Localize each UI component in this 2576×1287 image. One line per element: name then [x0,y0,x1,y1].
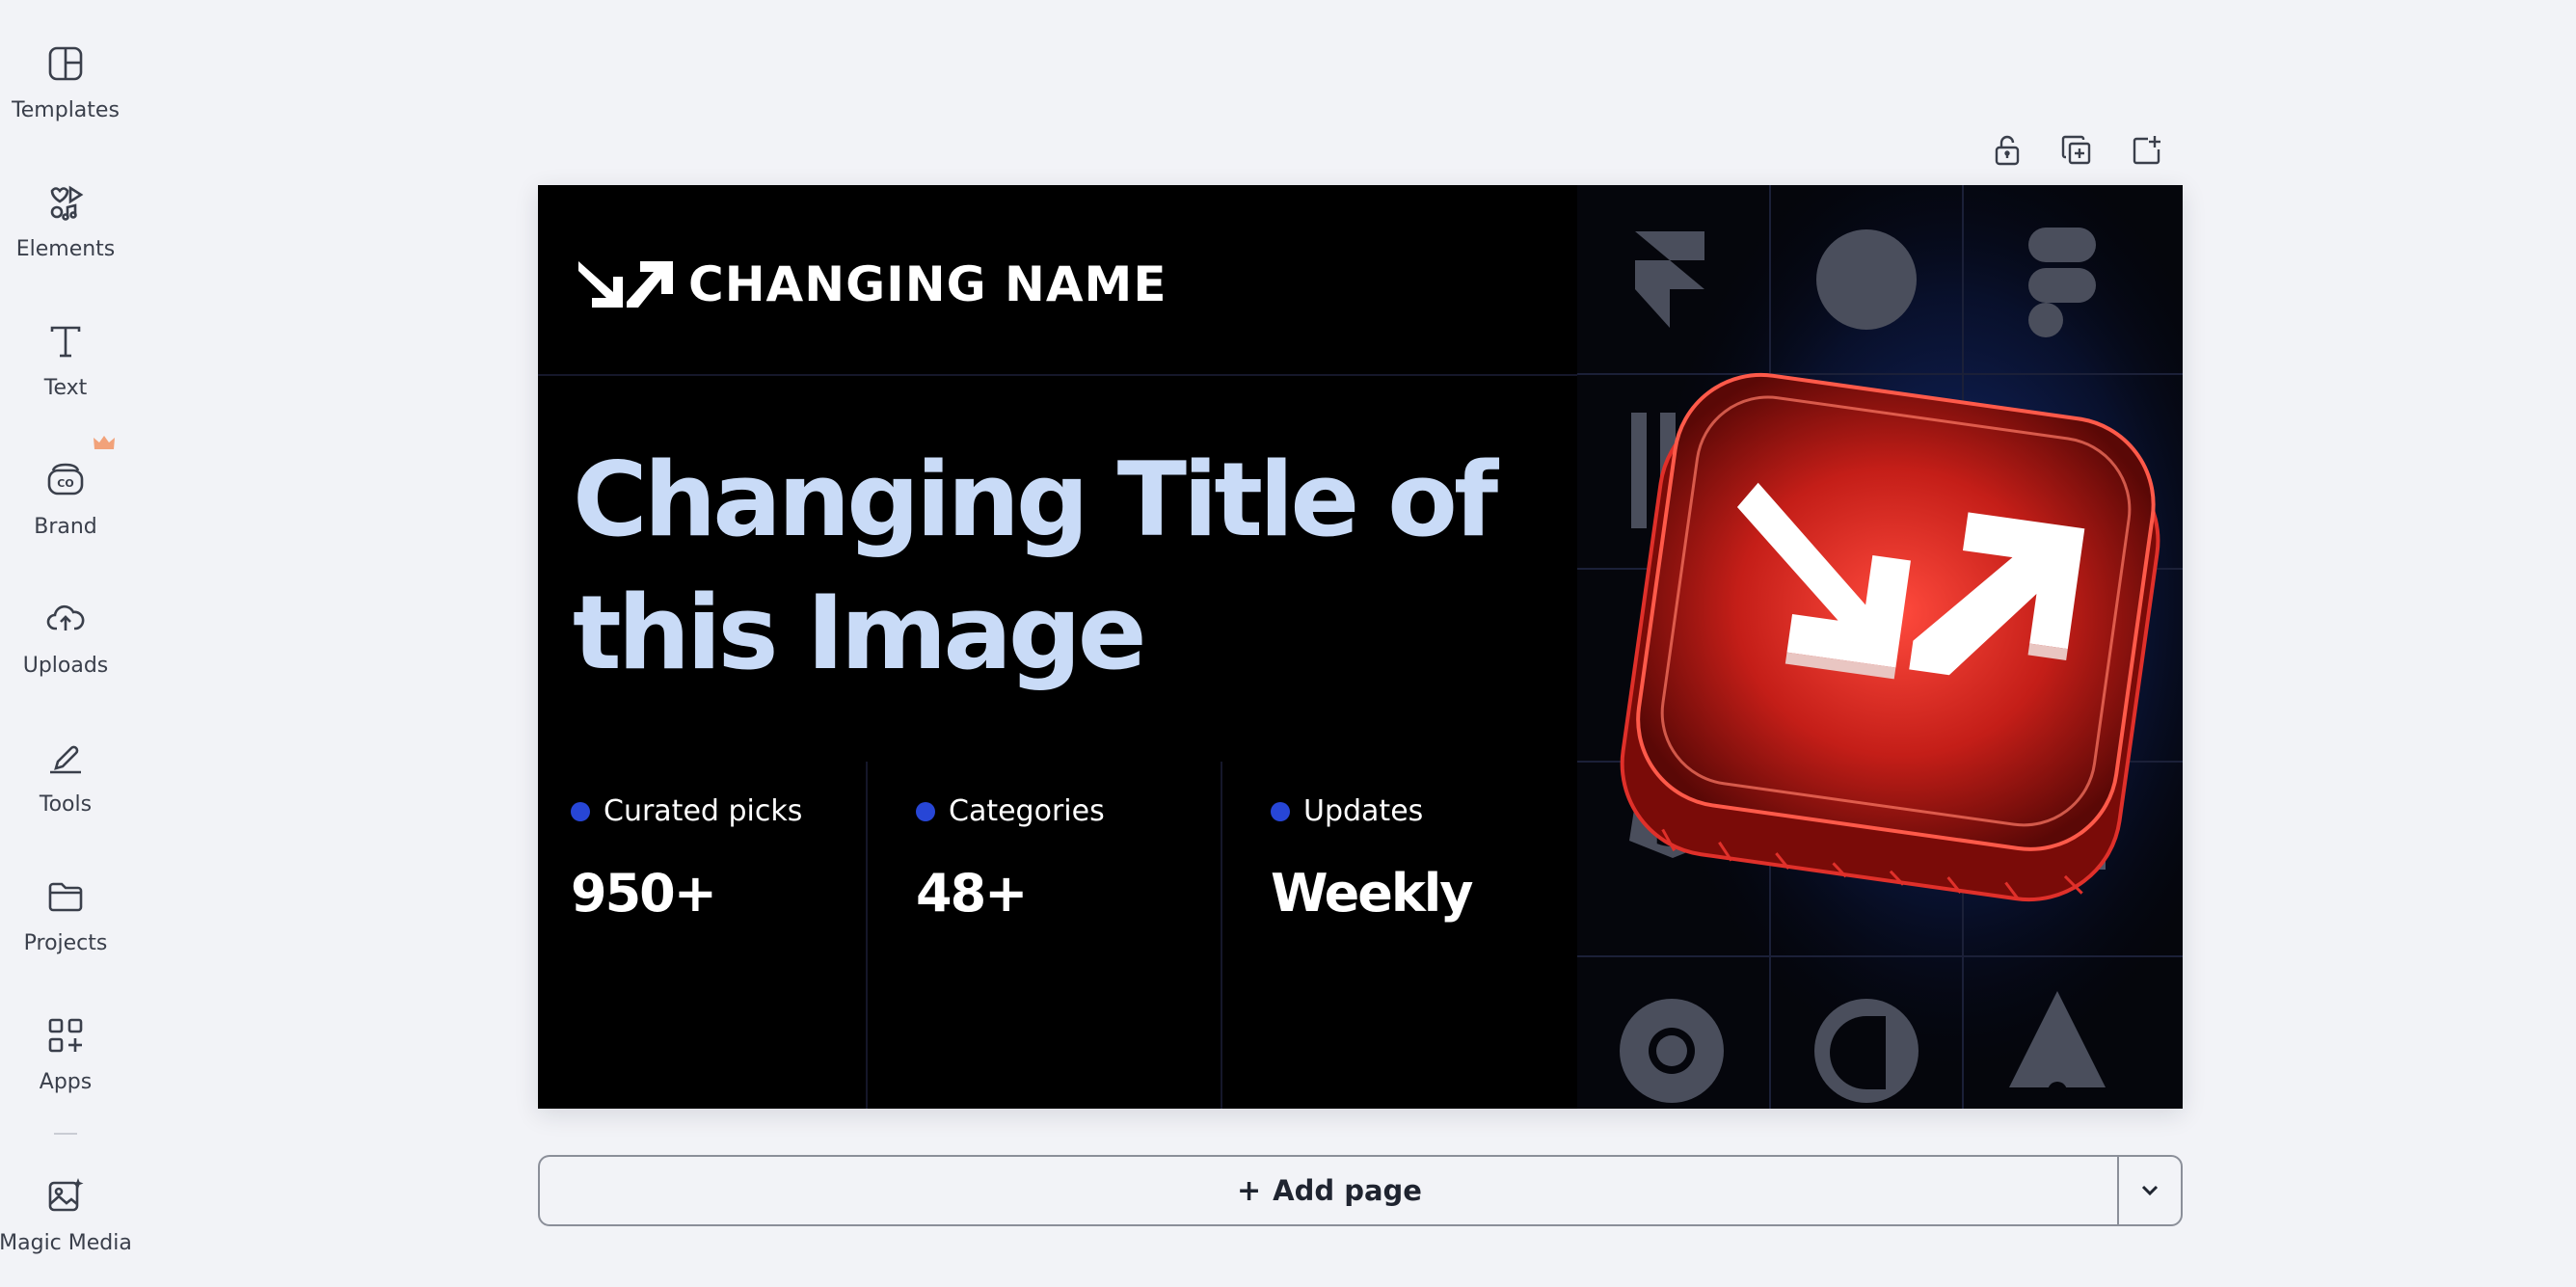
add-page-icon [2133,136,2160,165]
design-canvas[interactable]: CHANGING NAME Changing Title of this Ima… [538,185,2183,1109]
stat-value: Weekly [1271,863,1474,924]
left-sidebar: Templates Elements Text CO Brand Uploads… [0,0,132,1282]
sidebar-item-label: Tools [39,792,93,817]
sidebar-item-label: Templates [12,98,120,122]
tools-icon [44,737,87,779]
lock-page-button[interactable] [1986,129,2028,172]
brand-header[interactable]: CHANGING NAME [577,256,1167,312]
grid-line [1221,762,1222,1109]
svg-text:CO: CO [57,477,73,490]
add-page-button[interactable]: + Add page [538,1155,2119,1226]
add-page-label: Add page [1273,1174,1422,1207]
stat-curated-picks[interactable]: Curated picks 950+ [571,794,802,924]
sidebar-item-templates[interactable]: Templates [0,29,131,154]
add-new-page-button[interactable] [2125,129,2167,172]
plus-icon: + [1237,1173,1262,1208]
elements-icon [44,181,87,224]
stat-label: Categories [949,794,1105,828]
sidebar-item-tools[interactable]: Tools [0,723,131,848]
sidebar-item-label: Brand [34,515,97,539]
sidebar-item-text[interactable]: Text [0,307,131,432]
stat-label: Curated picks [604,794,803,828]
bullet-dot [916,801,935,821]
lock-icon [1995,135,2020,166]
brand-name: CHANGING NAME [688,256,1167,312]
chevron-down-icon [2141,1185,2159,1196]
bullet-dot [1271,801,1290,821]
text-icon [44,320,87,362]
sidebar-item-label: Apps [39,1070,93,1094]
bullet-dot [571,801,590,821]
headline-line-2: this Image [573,574,1147,692]
grid-line [538,374,1577,376]
artwork-illustration: S N [1577,185,2183,1109]
stat-value: 950+ [571,863,717,924]
templates-icon [44,42,87,85]
sidebar-divider [54,1133,77,1135]
sidebar-item-label: Text [43,376,88,400]
crown-icon [94,436,115,449]
apps-icon [44,1014,87,1057]
magic-media-icon [44,1175,87,1218]
sidebar-item-apps[interactable]: Apps [0,1001,131,1126]
projects-icon [44,875,87,918]
duplicate-page-button[interactable] [2055,129,2098,172]
sidebar-item-label: Elements [15,237,116,261]
sidebar-item-label: Magic Media [0,1231,132,1255]
stat-categories[interactable]: Categories 48+ [916,794,1105,924]
grid-line [866,762,868,1109]
brand-logo-icon [578,261,673,308]
stat-updates[interactable]: Updates Weekly [1271,794,1474,924]
stat-label: Updates [1303,794,1424,828]
sidebar-item-label: Uploads [22,654,109,678]
stat-value: 48+ [916,863,1028,924]
sidebar-item-projects[interactable]: Projects [0,862,131,987]
headline-line-1: Changing Title of [573,441,1498,559]
red-app-icon [1620,372,2160,902]
add-page-dropdown-button[interactable] [2117,1155,2183,1226]
sidebar-item-magic-media[interactable]: Magic Media [0,1162,132,1287]
sidebar-item-elements[interactable]: Elements [0,168,131,293]
brand-icon: CO [44,459,87,501]
sidebar-item-uploads[interactable]: Uploads [0,584,131,710]
sidebar-item-label: Projects [23,931,108,955]
headline-text[interactable]: Changing Title of this Image [573,434,1537,700]
sidebar-item-brand[interactable]: CO Brand [0,445,131,571]
uploads-icon [44,598,87,640]
app-icons-artwork[interactable]: S N [1577,185,2183,1109]
duplicate-page-icon [2061,135,2091,165]
